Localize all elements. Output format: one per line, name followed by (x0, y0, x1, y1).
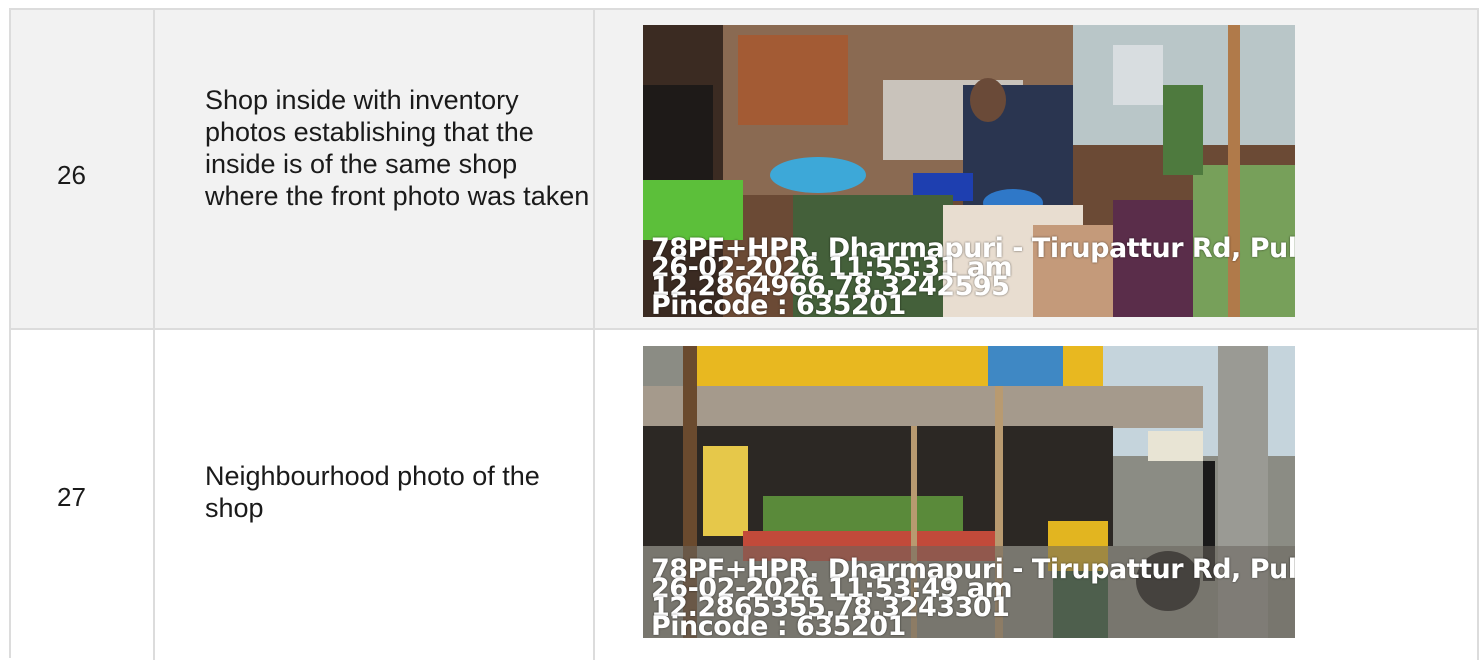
serial-number-cell: 26 (11, 10, 155, 328)
shop-inside-photo: 78PF+HPR, Dharmapuri - Tirupattur Rd, Pu… (643, 25, 1295, 317)
table-row: 26 Shop inside with inventory photos est… (11, 10, 1479, 330)
serial-number-cell: 27 (11, 330, 155, 660)
table-row: 27 Neighbourhood photo of the shop 78PF+… (11, 330, 1479, 660)
serial-number: 26 (57, 160, 86, 190)
photo-cell: 78PF+HPR, Dharmapuri - Tirupattur Rd, Pu… (595, 330, 1479, 660)
description-text: Neighbourhood photo of the shop (205, 461, 540, 523)
description-cell: Neighbourhood photo of the shop (155, 330, 595, 660)
neighbourhood-photo: 78PF+HPR, Dharmapuri - Tirupattur Rd, Pu… (643, 346, 1295, 638)
geotag-overlay: 78PF+HPR, Dharmapuri - Tirupattur Rd, Pu… (651, 235, 1295, 317)
geotag-overlay: 78PF+HPR, Dharmapuri - Tirupattur Rd, Pu… (651, 556, 1295, 638)
description-cell: Shop inside with inventory photos establ… (155, 10, 595, 328)
description-text: Shop inside with inventory photos establ… (205, 85, 590, 211)
report-table: 26 Shop inside with inventory photos est… (9, 8, 1479, 660)
photo-cell: 78PF+HPR, Dharmapuri - Tirupattur Rd, Pu… (595, 10, 1479, 328)
serial-number: 27 (57, 482, 86, 512)
